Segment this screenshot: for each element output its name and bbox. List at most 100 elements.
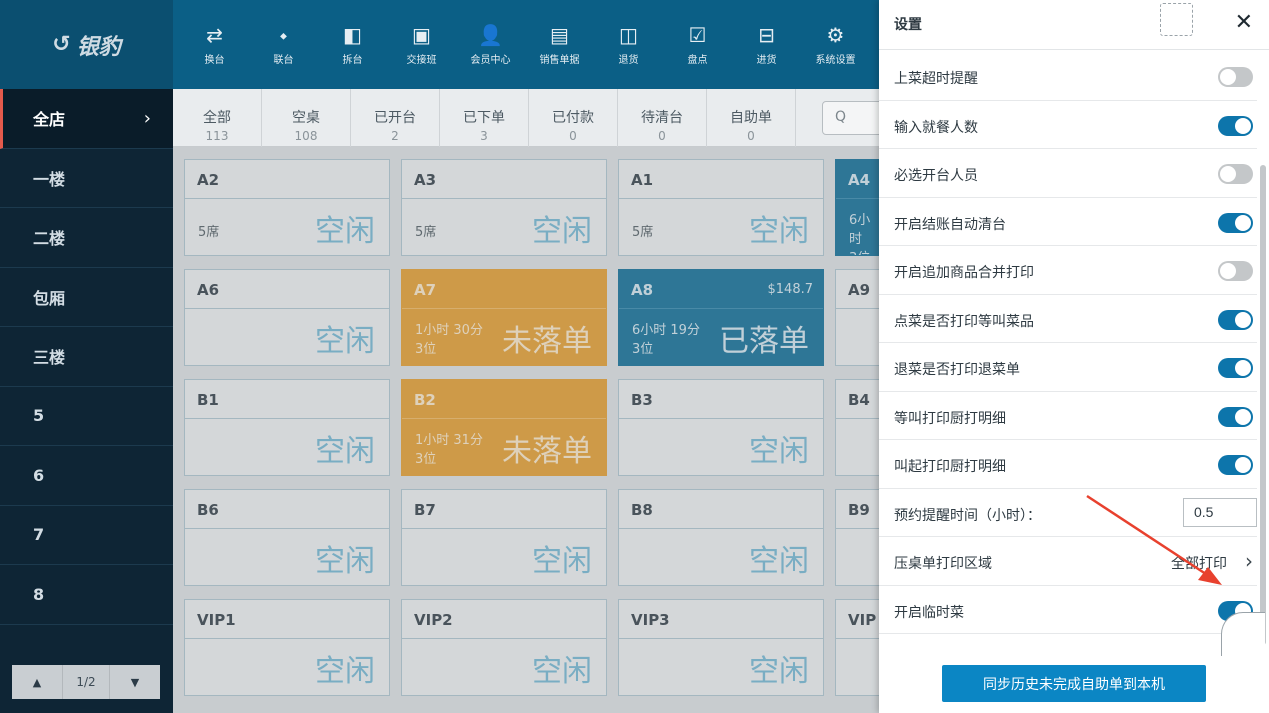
table-card-header: A2: [185, 160, 389, 199]
toolbar-button-stocktake[interactable]: ☑ 盘点: [663, 0, 732, 89]
tab-label: 自助单: [730, 110, 772, 126]
table-card[interactable]: VIP2 空闲: [401, 599, 607, 696]
table-name: A9: [848, 281, 871, 299]
close-icon[interactable]: ✕: [1235, 10, 1253, 35]
tab-3[interactable]: 已下单 3: [440, 89, 529, 147]
toggle-switch[interactable]: [1218, 455, 1253, 475]
sidebar-item-6[interactable]: 6: [0, 446, 173, 506]
toggle-switch[interactable]: [1218, 67, 1253, 87]
table-card[interactable]: VIP3 空闲: [618, 599, 824, 696]
tab-4[interactable]: 已付款 0: [529, 89, 618, 147]
tab-2[interactable]: 已开台 2: [351, 89, 440, 147]
toolbar-label: 退货: [618, 55, 639, 66]
table-card[interactable]: A2 5席 空闲: [184, 159, 390, 256]
settings-row: 开启临时菜: [879, 586, 1257, 634]
table-name: B3: [631, 391, 653, 409]
toolbar-button-swap-table[interactable]: ⇄ 换台: [180, 0, 249, 89]
table-card-header: VIP: [836, 600, 882, 639]
table-card[interactable]: B2 1小时 31分 3位 未落单: [401, 379, 607, 476]
toggle-switch[interactable]: [1218, 406, 1253, 427]
placeholder-box: [1160, 3, 1193, 36]
stocktake-icon: ☑: [688, 23, 707, 47]
setting-label: 等叫打印厨打明细: [894, 410, 1006, 427]
table-status: 未落单: [502, 324, 592, 359]
gear-icon: ⚙: [826, 23, 845, 47]
table-name: B9: [848, 501, 870, 519]
toolbar-label: 系统设置: [815, 55, 856, 66]
table-card[interactable]: B3 空闲: [618, 379, 824, 476]
table-card[interactable]: B7 空闲: [401, 489, 607, 586]
table-card[interactable]: VIP1 空闲: [184, 599, 390, 696]
return-goods-icon: ◫: [619, 23, 638, 47]
table-name: B2: [414, 391, 436, 409]
table-card[interactable]: B1 空闲: [184, 379, 390, 476]
table-card[interactable]: A1 5席 空闲: [618, 159, 824, 256]
table-card-header: A6: [185, 270, 389, 309]
toolbar-button-join-table[interactable]: ⬩ 联台: [249, 0, 318, 89]
table-card[interactable]: VIP: [835, 599, 883, 696]
tab-count: 108: [294, 129, 318, 143]
table-duration: 1小时 31分: [415, 433, 483, 448]
table-card-header: A1: [619, 160, 823, 199]
sidebar-item-1[interactable]: 一楼: [0, 149, 173, 208]
toolbar-button-shift-handover[interactable]: ▣ 交接班: [387, 0, 456, 89]
toolbar-button-member-center[interactable]: 👤 会员中心: [456, 0, 525, 89]
table-status: 未落单: [502, 434, 592, 469]
table-card[interactable]: A6 空闲: [184, 269, 390, 366]
toolbar-button-sales-receipt[interactable]: ▤ 销售单据: [525, 0, 594, 89]
table-card[interactable]: A3 5席 空闲: [401, 159, 607, 256]
table-info: 6小时 19分 3位: [632, 321, 700, 359]
toolbar-button-gear[interactable]: ⚙ 系统设置: [801, 0, 870, 89]
table-duration: 6小时 19分: [632, 323, 700, 338]
table-card[interactable]: B6 空闲: [184, 489, 390, 586]
table-guests: 3位: [632, 342, 654, 357]
sidebar-item-0[interactable]: 全店 ›: [0, 89, 173, 149]
settings-scrollbar[interactable]: [1260, 165, 1266, 645]
table-card-body: 1小时 30分 3位 未落单: [402, 309, 606, 366]
page-up-button[interactable]: ▲: [12, 665, 62, 699]
table-card-header: B1: [185, 380, 389, 419]
table-card[interactable]: B9: [835, 489, 883, 586]
table-card[interactable]: A8 $148.7 6小时 19分 3位 已落单: [618, 269, 824, 366]
table-card-body: 空闲: [402, 639, 606, 696]
table-card-body: 6小时 19分 3位 已落单: [619, 309, 823, 366]
sidebar-item-2[interactable]: 二楼: [0, 208, 173, 268]
sidebar-item-label: 8: [33, 584, 45, 604]
settings-row: 输入就餐人数: [879, 101, 1257, 149]
table-card-header: B7: [402, 490, 606, 529]
table-card-body: 空闲: [619, 419, 823, 476]
print-area-value[interactable]: 全部打印: [1171, 553, 1227, 573]
tab-0[interactable]: 全部 113: [173, 89, 262, 147]
settings-row: 开启结账自动清台: [879, 198, 1257, 246]
sidebar-item-4[interactable]: 三楼: [0, 327, 173, 387]
table-card[interactable]: B8 空闲: [618, 489, 824, 586]
toggle-switch[interactable]: [1218, 358, 1253, 378]
tab-1[interactable]: 空桌 108: [262, 89, 351, 147]
table-grid: A25席空闲A35席空闲A15席空闲A46小时3位A6空闲A71小时 30分3位…: [184, 159, 884, 713]
tab-6[interactable]: 自助单 0: [707, 89, 796, 147]
table-status: 空闲: [749, 544, 809, 579]
toggle-switch[interactable]: [1218, 115, 1253, 136]
table-card[interactable]: B4: [835, 379, 883, 476]
table-card[interactable]: A9: [835, 269, 883, 366]
toolbar-button-split-table[interactable]: ◧ 拆台: [318, 0, 387, 89]
toolbar-button-return-goods[interactable]: ◫ 退货: [594, 0, 663, 89]
reminder-hours-input[interactable]: [1183, 497, 1257, 527]
sidebar-item-5[interactable]: 5: [0, 387, 173, 446]
sync-selfservice-orders-button[interactable]: 同步历史未完成自助单到本机: [942, 665, 1206, 702]
chevron-right-icon[interactable]: ›: [1245, 549, 1253, 573]
sidebar-item-3[interactable]: 包厢: [0, 268, 173, 327]
page-down-button[interactable]: ▼: [110, 665, 160, 699]
purchase-icon: ⊟: [758, 23, 775, 47]
table-card[interactable]: A46小时3位: [835, 159, 883, 256]
toggle-switch[interactable]: [1218, 212, 1253, 233]
sidebar-item-8[interactable]: 8: [0, 565, 173, 625]
table-card[interactable]: A7 1小时 30分 3位 未落单: [401, 269, 607, 366]
toggle-switch[interactable]: [1218, 309, 1253, 330]
tab-5[interactable]: 待清台 0: [618, 89, 707, 147]
toggle-switch[interactable]: [1218, 261, 1253, 281]
settings-title: 设置: [894, 17, 922, 33]
toolbar-button-purchase[interactable]: ⊟ 进货: [732, 0, 801, 89]
toggle-switch[interactable]: [1218, 164, 1253, 184]
sidebar-item-7[interactable]: 7: [0, 506, 173, 565]
